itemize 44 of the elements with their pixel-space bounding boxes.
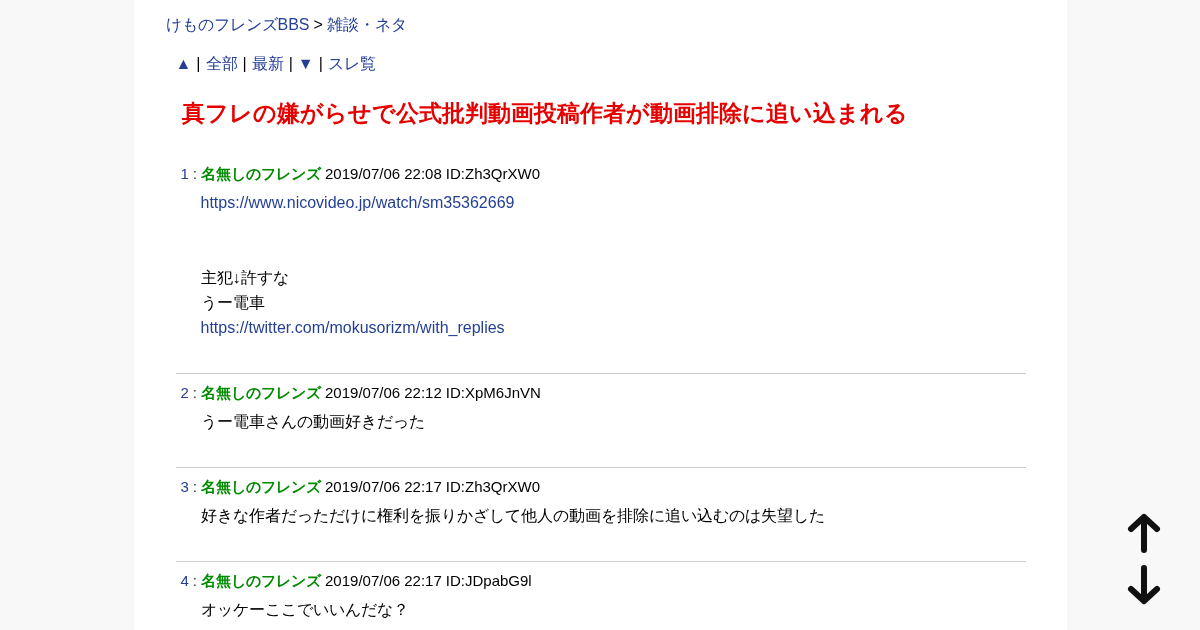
breadcrumb-link[interactable]: 雑談・ネタ xyxy=(326,14,407,36)
breadcrumb-link[interactable]: けものフレンズBBS xyxy=(165,14,310,36)
nav-separator: | xyxy=(288,54,293,74)
post-date: 2019/07/06 22:17 xyxy=(325,477,442,497)
nav-link[interactable]: ▲ xyxy=(175,53,192,75)
poster-name: 名無しのフレンズ xyxy=(201,164,321,184)
nav-link[interactable]: ▼ xyxy=(297,53,314,75)
post-number-separator: : xyxy=(192,571,197,591)
post-number-separator: : xyxy=(192,164,197,184)
poster-name: 名無しのフレンズ xyxy=(201,571,321,591)
thread-title: 真フレの嫌がらせで公式批判動画投稿作者が動画排除に追い込まれる xyxy=(181,99,908,128)
scroll-up-button[interactable] xyxy=(1126,512,1162,554)
poster-id: ID:Zh3QrXW0 xyxy=(445,164,540,184)
up-arrow-icon xyxy=(1126,512,1162,554)
post-date: 2019/07/06 22:12 xyxy=(325,383,442,403)
nav-link[interactable]: 最新 xyxy=(251,53,284,75)
poster-id: ID:JDpabG9l xyxy=(445,571,532,591)
post-number-separator: : xyxy=(192,477,197,497)
nav-separator: | xyxy=(242,54,247,74)
post-number[interactable]: 1 xyxy=(180,162,189,186)
nav-link[interactable]: スレ覧 xyxy=(327,53,376,75)
post-link[interactable]: https://twitter.com/mokusorizm/with_replies xyxy=(200,319,505,336)
post-date: 2019/07/06 22:17 xyxy=(325,571,442,591)
nav-separator: | xyxy=(196,54,201,74)
post-text: 好きな作者だっただけに権利を振りかざして他人の動画を排除に追い込むのは失望した xyxy=(200,507,825,524)
down-arrow-icon xyxy=(1126,564,1162,606)
post-number[interactable]: 3 xyxy=(180,475,189,499)
post-text: オッケーここでいいんだな？ xyxy=(200,601,409,618)
nav-separator: | xyxy=(318,54,323,74)
post-link[interactable]: https://www.nicovideo.jp/watch/sm35362669 xyxy=(200,194,515,211)
nav-link[interactable]: 全部 xyxy=(205,53,238,75)
post-text: 主犯↓許すな xyxy=(200,269,289,286)
post-number-separator: : xyxy=(192,383,197,403)
poster-id: ID:Zh3QrXW0 xyxy=(445,477,540,497)
post-number[interactable]: 4 xyxy=(180,569,189,593)
breadcrumb-separator: > xyxy=(313,15,323,35)
scroll-down-button[interactable] xyxy=(1126,564,1162,606)
post-text: うー電車 xyxy=(200,294,265,311)
post-text: うー電車さんの動画好きだった xyxy=(200,413,425,430)
post-date: 2019/07/06 22:08 xyxy=(325,164,442,184)
post-number[interactable]: 2 xyxy=(180,381,189,405)
poster-id: ID:XpM6JnVN xyxy=(445,383,541,403)
poster-name: 名無しのフレンズ xyxy=(201,477,321,497)
poster-name: 名無しのフレンズ xyxy=(201,383,321,403)
